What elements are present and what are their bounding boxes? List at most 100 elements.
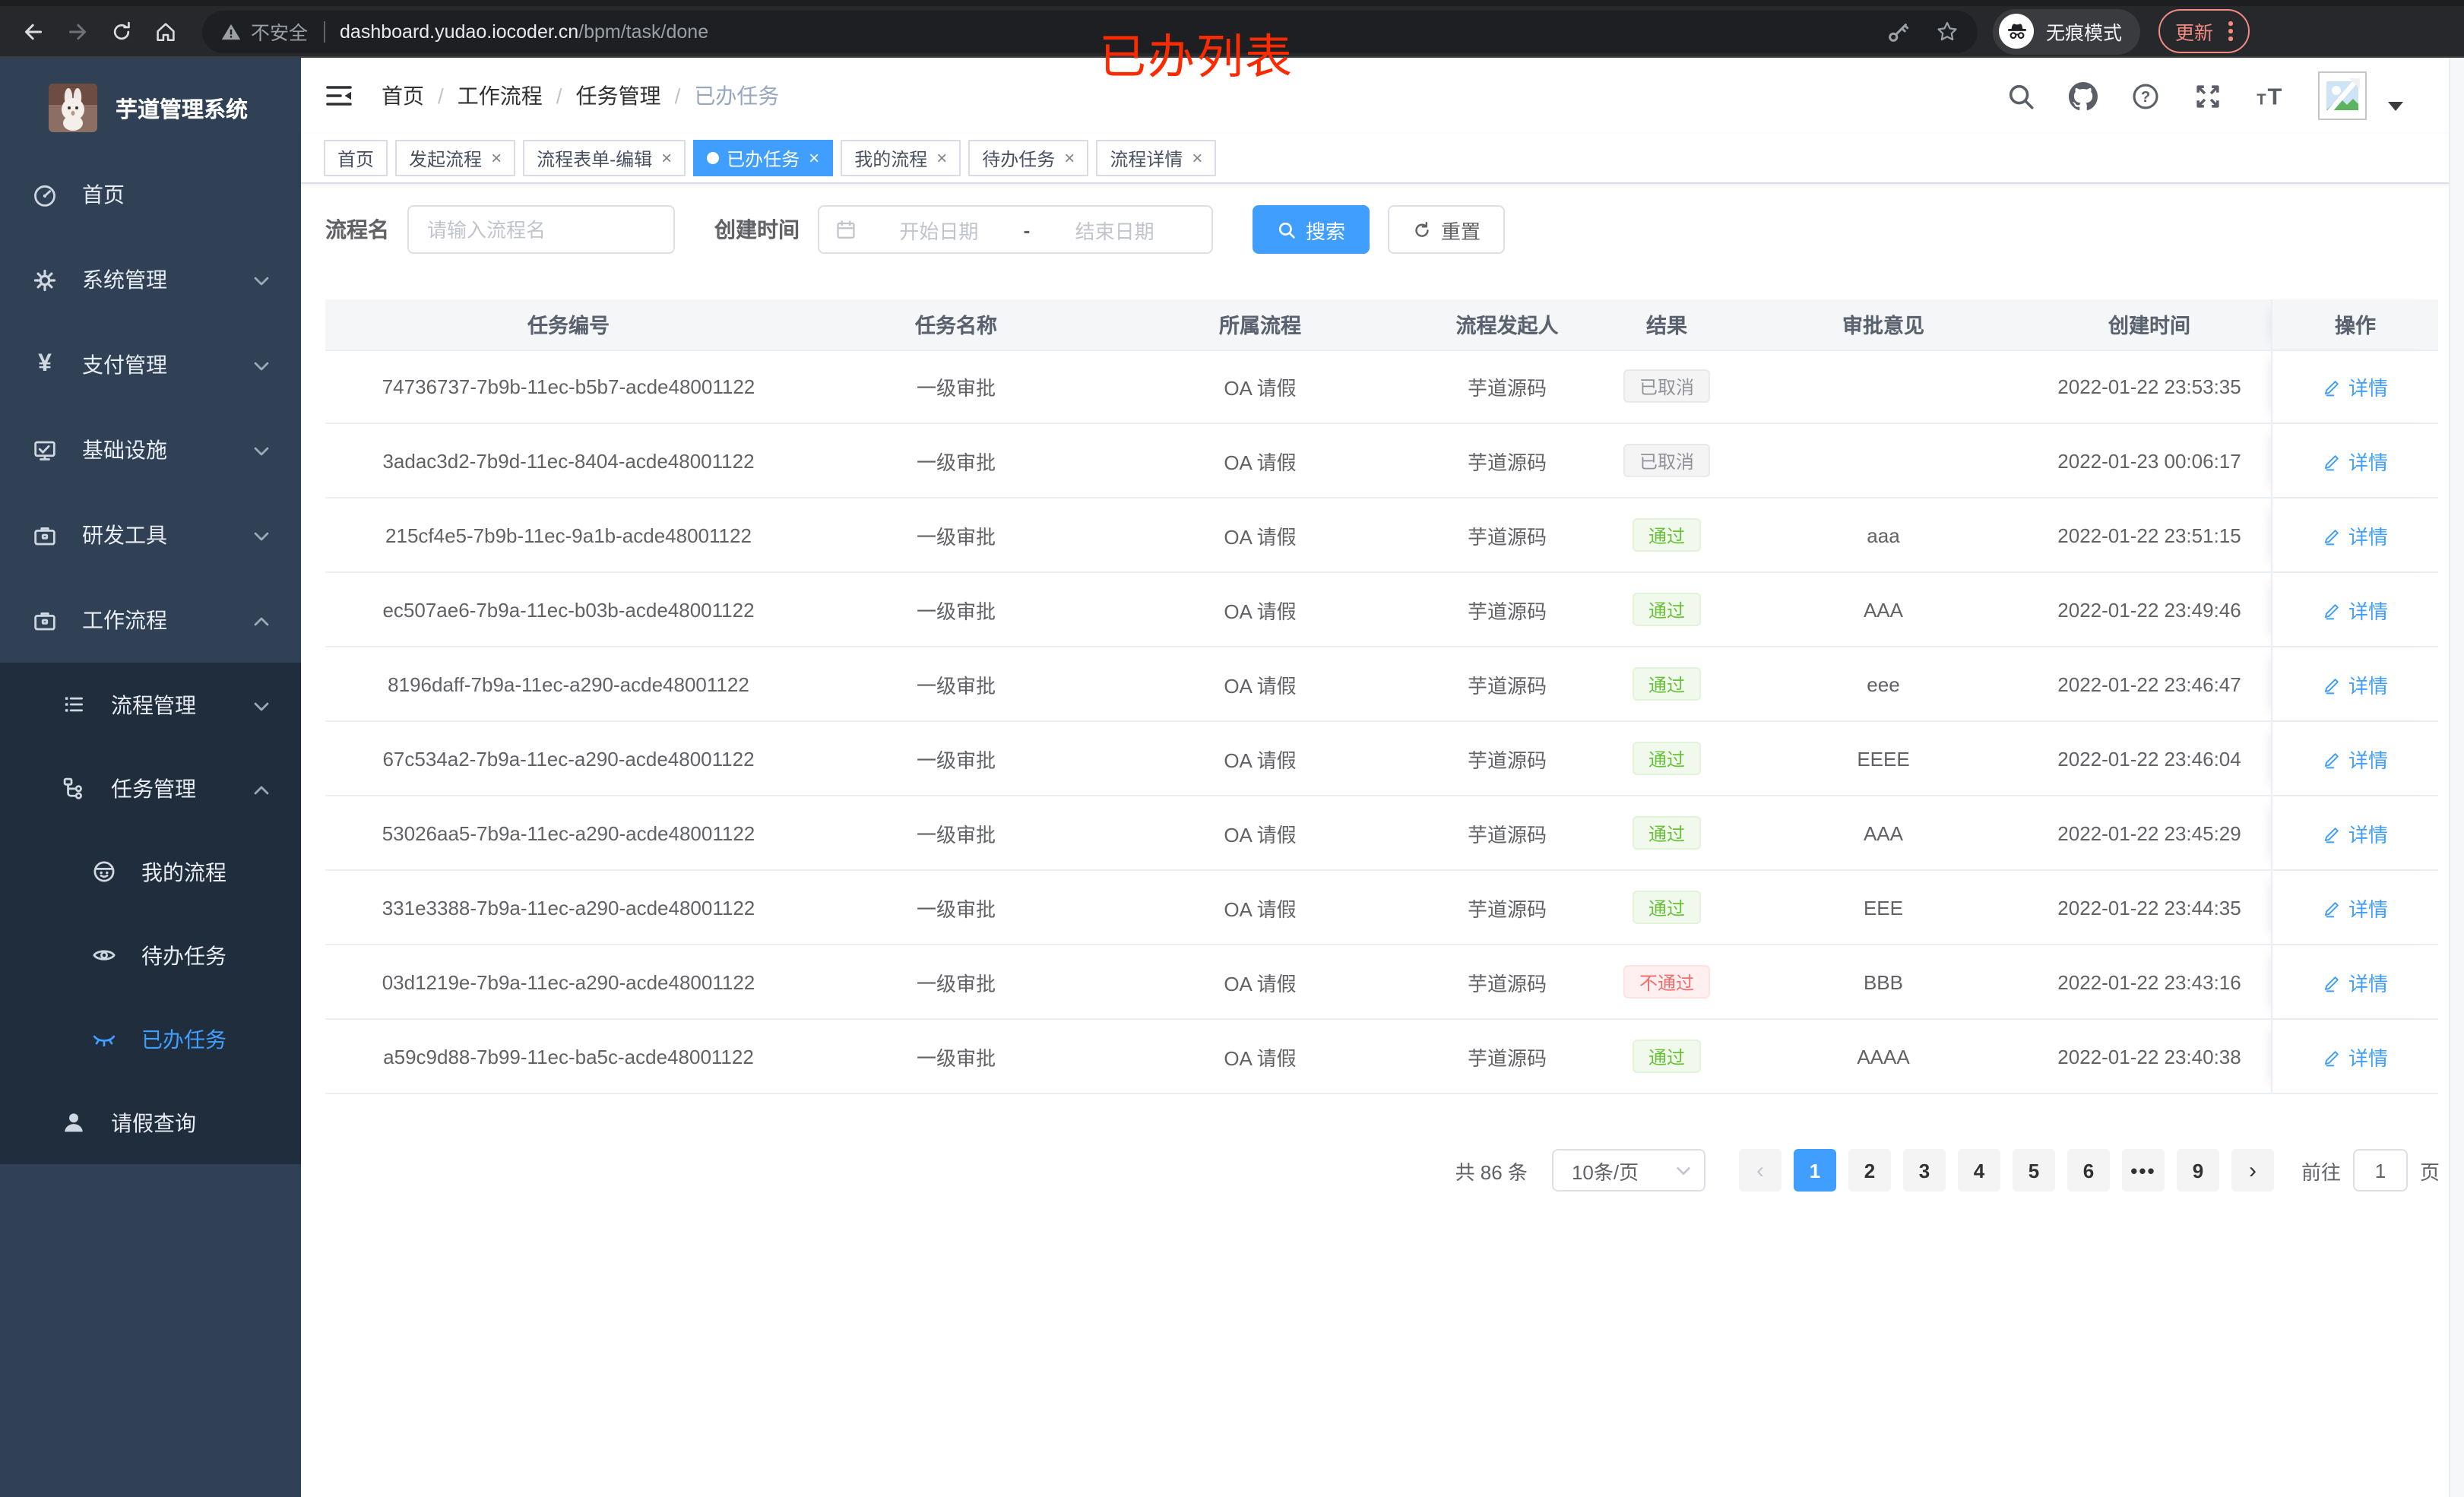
- search-icon[interactable]: [2006, 81, 2035, 110]
- text-size-icon[interactable]: TT: [2256, 81, 2285, 110]
- search-button[interactable]: 搜索: [1253, 205, 1370, 254]
- cell-created: 2022-01-22 23:44:35: [2057, 896, 2241, 919]
- cell-actions: 详情: [2271, 722, 2438, 795]
- page-button-3[interactable]: 3: [1902, 1149, 1946, 1192]
- page-button-2[interactable]: 2: [1848, 1149, 1891, 1192]
- reset-button[interactable]: 重置: [1388, 205, 1506, 254]
- avatar-caret-icon[interactable]: [2388, 102, 2403, 111]
- toolbox-icon: [32, 522, 58, 548]
- bookmark-star-icon[interactable]: [1935, 19, 1959, 43]
- tab-已办任务[interactable]: 已办任务 ×: [693, 140, 834, 176]
- table-row: a59c9d88-7b99-11ec-ba5c-acde48001122 一级审批…: [325, 1020, 2438, 1094]
- avatar[interactable]: [2318, 71, 2367, 120]
- next-page-button[interactable]: ›: [2231, 1149, 2274, 1192]
- browser-back-icon[interactable]: [18, 16, 49, 46]
- key-icon[interactable]: [1886, 19, 1911, 43]
- tab-close-icon[interactable]: ×: [1064, 149, 1075, 167]
- detail-link[interactable]: 详情: [2323, 893, 2388, 922]
- detail-link[interactable]: 详情: [2323, 446, 2388, 475]
- detail-link[interactable]: 详情: [2323, 818, 2388, 847]
- cell-result: 不通过: [1595, 945, 1739, 1018]
- edit-pencil-icon: [2323, 451, 2342, 470]
- sidebar-item-gear[interactable]: 系统管理: [0, 237, 301, 322]
- github-icon[interactable]: [2069, 81, 2098, 110]
- app-logo-row[interactable]: 芋道管理系统: [0, 58, 301, 140]
- sidebar-item-user[interactable]: 请假查询: [0, 1081, 301, 1164]
- page-button-4[interactable]: 4: [1957, 1149, 2000, 1192]
- tab-流程详情[interactable]: 流程详情 ×: [1096, 140, 1217, 176]
- sidebar-item-infra[interactable]: 基础设施: [0, 407, 301, 492]
- cell-actions: 详情: [2271, 498, 2438, 571]
- page-button-9[interactable]: 9: [2176, 1149, 2219, 1192]
- prev-page-button: ‹: [1738, 1149, 1781, 1192]
- browser-forward-icon[interactable]: [62, 16, 93, 46]
- detail-link[interactable]: 详情: [2323, 744, 2388, 773]
- column-header-2: 任务名称: [812, 299, 1101, 350]
- sidebar-item-robot[interactable]: 我的流程: [0, 830, 301, 913]
- cell-task-id: 03d1219e-7b9a-11ec-a290-acde48001122: [382, 970, 755, 993]
- browser-update-button[interactable]: 更新: [2158, 9, 2250, 53]
- cell-task-id: 8196daff-7b9a-11ec-a290-acde48001122: [388, 673, 749, 695]
- goto-page-input[interactable]: [2352, 1149, 2408, 1192]
- app-logo-icon: [49, 84, 97, 132]
- page-button-1[interactable]: 1: [1793, 1149, 1836, 1192]
- sidebar-item-eye-closed[interactable]: 已办任务: [0, 997, 301, 1081]
- fullscreen-icon[interactable]: [2193, 81, 2222, 110]
- page-size-select[interactable]: 10条/页: [1551, 1149, 1705, 1192]
- tab-close-icon[interactable]: ×: [661, 149, 672, 167]
- date-end-placeholder: 结束日期: [1075, 220, 1154, 242]
- tab-首页[interactable]: 首页: [324, 140, 388, 176]
- detail-link[interactable]: 详情: [2323, 669, 2388, 698]
- cell-starter: 芋道源码: [1467, 823, 1547, 846]
- breadcrumb-item[interactable]: 任务管理: [576, 81, 661, 111]
- tab-close-icon[interactable]: ×: [809, 149, 819, 167]
- sidebar-item-workflow[interactable]: 工作流程: [0, 578, 301, 663]
- detail-link[interactable]: 详情: [2323, 372, 2388, 400]
- page-scrollbar[interactable]: [2449, 58, 2464, 1497]
- detail-link[interactable]: 详情: [2323, 967, 2388, 996]
- cell-task-name: 一级审批: [916, 1046, 996, 1069]
- cell-process: OA 请假: [1224, 823, 1297, 846]
- page-button-6[interactable]: 6: [2067, 1149, 2110, 1192]
- tab-待办任务[interactable]: 待办任务 ×: [968, 140, 1089, 176]
- tab-close-icon[interactable]: ×: [936, 149, 947, 167]
- cell-result: 通过: [1595, 722, 1739, 795]
- tab-label: 发起流程: [409, 148, 483, 169]
- sidebar-item-toolbox[interactable]: 研发工具: [0, 492, 301, 578]
- page-button-5[interactable]: 5: [2012, 1149, 2055, 1192]
- tab-我的流程[interactable]: 我的流程 ×: [841, 140, 961, 176]
- edit-pencil-icon: [2323, 376, 2342, 396]
- breadcrumb-item[interactable]: 工作流程: [458, 81, 543, 111]
- detail-link[interactable]: 详情: [2323, 595, 2388, 624]
- tab-close-icon[interactable]: ×: [1192, 149, 1202, 167]
- tab-发起流程[interactable]: 发起流程 ×: [395, 140, 516, 176]
- help-icon[interactable]: ?: [2131, 81, 2160, 110]
- main-area: 首页 / 工作流程 / 任务管理 / 已办任务 ? TT 首页 发起流程 × 流程表单-编辑 × 已办…: [301, 58, 2464, 1497]
- sidebar-item-dashboard[interactable]: 首页: [0, 152, 301, 237]
- cell-result: 通过: [1595, 871, 1739, 944]
- browser-home-icon[interactable]: [150, 16, 181, 46]
- tab-label: 我的流程: [854, 148, 928, 169]
- chevron-down-icon: [252, 526, 271, 544]
- tab-close-icon[interactable]: ×: [491, 149, 502, 167]
- gear-icon: [32, 267, 58, 293]
- url-bar[interactable]: 不安全 dashboard.yudao.iocoder.cn /bpm/task…: [202, 10, 1978, 52]
- sidebar-item-eye-open[interactable]: 待办任务: [0, 913, 301, 997]
- detail-link[interactable]: 详情: [2323, 1042, 2388, 1071]
- sidebar-item-task-tree[interactable]: 任务管理: [0, 746, 301, 830]
- robot-icon: [91, 859, 117, 885]
- more-pages-button[interactable]: •••: [2121, 1149, 2165, 1192]
- browser-reload-icon[interactable]: [106, 16, 137, 46]
- column-header-4: 流程发起人: [1420, 299, 1595, 350]
- breadcrumb-item[interactable]: 首页: [382, 81, 424, 111]
- detail-link[interactable]: 详情: [2323, 521, 2388, 549]
- sidebar-item-process-list[interactable]: 流程管理: [0, 663, 301, 746]
- sidebar-toggle-icon[interactable]: [324, 81, 354, 111]
- tab-流程表单-编辑[interactable]: 流程表单-编辑 ×: [523, 140, 686, 176]
- reset-button-label: 重置: [1441, 220, 1481, 242]
- process-name-input[interactable]: [407, 205, 675, 254]
- svg-text:?: ?: [2141, 88, 2150, 105]
- date-range-picker[interactable]: 开始日期 - 结束日期: [818, 205, 1213, 254]
- browser-menu-icon[interactable]: [2228, 21, 2233, 41]
- sidebar-item-yen[interactable]: ¥ 支付管理: [0, 322, 301, 407]
